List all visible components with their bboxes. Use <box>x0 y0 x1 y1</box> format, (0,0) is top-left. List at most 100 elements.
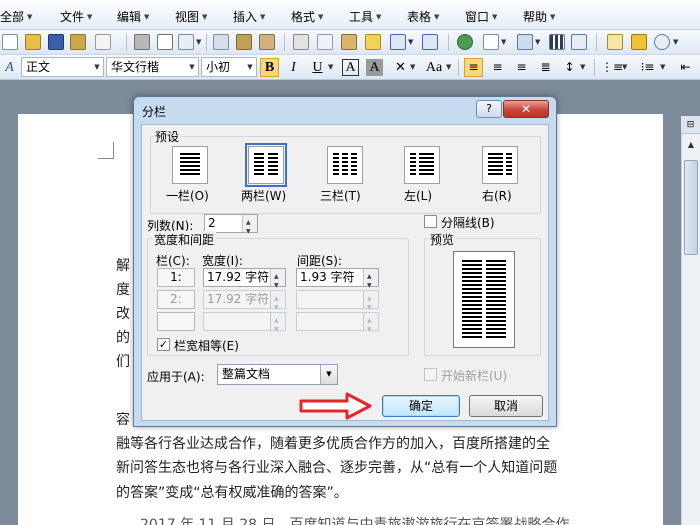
menu-edit-label: 编辑 <box>117 10 142 24</box>
width-stepper-2[interactable]: 17.92 字符 <box>203 290 286 316</box>
open-icon[interactable] <box>25 34 41 50</box>
align-left-icon[interactable]: ≡ <box>464 58 483 77</box>
separator-checkbox[interactable] <box>424 215 437 228</box>
research-icon[interactable] <box>213 34 229 50</box>
font-select[interactable]: 华文行楷 ▼ <box>106 57 199 77</box>
stepper-arrows[interactable] <box>270 268 285 294</box>
email-icon[interactable] <box>95 34 111 50</box>
apply-to-select[interactable]: 整篇文档 ▼ <box>217 364 338 385</box>
menu-tools[interactable]: 工具 ▼ <box>349 8 381 25</box>
paste-icon[interactable] <box>341 34 357 50</box>
permission-icon[interactable] <box>70 34 86 50</box>
hyperlink-icon[interactable] <box>457 34 473 50</box>
reading-icon[interactable] <box>259 34 275 50</box>
chevron-down-icon[interactable]: ▼ <box>410 59 418 75</box>
bullets-icon[interactable]: ⁝≡ <box>638 58 657 77</box>
table-icon[interactable] <box>517 34 533 50</box>
scrollbar-thumb[interactable] <box>684 160 698 255</box>
font-size-select[interactable]: 小初 ▼ <box>201 57 257 77</box>
menu-format[interactable]: 格式 ▼ <box>291 8 323 25</box>
chevron-down-icon[interactable]: ▼ <box>196 34 204 50</box>
underline-button[interactable]: U <box>308 58 327 77</box>
column-number-3[interactable] <box>157 312 195 331</box>
char-shading-button[interactable]: A <box>366 59 383 76</box>
change-case-button[interactable]: Aa <box>422 58 446 77</box>
undo-icon[interactable] <box>390 34 406 50</box>
preset-one-column[interactable] <box>172 146 208 184</box>
stepper-arrows[interactable] <box>363 312 378 338</box>
format-painter-icon[interactable] <box>365 34 381 50</box>
menu-file[interactable]: 文件 ▼ <box>60 8 92 25</box>
close-button[interactable]: ✕ <box>503 100 549 118</box>
cancel-button[interactable]: 取消 <box>469 395 543 417</box>
preset-left[interactable] <box>404 146 440 184</box>
new-doc-icon[interactable] <box>2 34 18 50</box>
preset-right[interactable] <box>482 146 518 184</box>
redo-icon[interactable] <box>422 34 438 50</box>
stepper-arrows[interactable] <box>363 268 378 294</box>
reading-layout-icon[interactable] <box>631 34 647 50</box>
stepper-arrows[interactable] <box>363 290 378 316</box>
print-icon[interactable] <box>134 34 150 50</box>
chevron-down-icon[interactable]: ▼ <box>622 59 630 75</box>
spelling-icon[interactable] <box>178 34 194 50</box>
show-hide-icon[interactable] <box>607 34 623 50</box>
save-icon[interactable] <box>48 34 64 50</box>
column-number-2[interactable]: 2: <box>157 290 195 309</box>
copy-icon[interactable] <box>317 34 333 50</box>
italic-button[interactable]: I <box>284 58 303 77</box>
spacing-stepper-3[interactable] <box>296 312 379 338</box>
zoom-icon[interactable] <box>654 34 670 50</box>
styles-pane-icon[interactable]: A <box>0 58 19 77</box>
char-scale-icon[interactable]: ✕ <box>391 58 410 77</box>
preset-two-columns[interactable] <box>245 143 287 187</box>
stepper-arrows[interactable] <box>242 214 257 240</box>
ruler-toggle-icon[interactable]: ⊟ <box>681 116 700 134</box>
char-border-button[interactable]: A <box>342 59 359 76</box>
chevron-down-icon[interactable]: ▼ <box>673 34 681 50</box>
num-columns-value: 2 <box>208 216 216 230</box>
start-new-column-checkbox[interactable] <box>424 368 437 381</box>
bold-button[interactable]: B <box>260 58 279 77</box>
chevron-down-icon[interactable]: ▼ <box>660 59 668 75</box>
menu-window[interactable]: 窗口 ▼ <box>465 8 497 25</box>
numbering-icon[interactable]: ⋮≡ <box>600 58 623 77</box>
align-right-icon[interactable]: ≡ <box>512 58 531 77</box>
chevron-down-icon[interactable]: ▼ <box>535 34 543 50</box>
tables-borders-icon[interactable] <box>483 34 499 50</box>
preset-three-columns[interactable] <box>327 146 363 184</box>
width-stepper-1[interactable]: 17.92 字符 <box>203 268 286 294</box>
style-select[interactable]: 正文 ▼ <box>21 57 104 77</box>
document-map-icon[interactable] <box>236 34 252 50</box>
menu-edit[interactable]: 编辑 ▼ <box>117 8 149 25</box>
menu-table[interactable]: 表格 ▼ <box>407 8 439 25</box>
spacing-stepper-2[interactable] <box>296 290 379 316</box>
column-number-1[interactable]: 1: <box>157 268 195 287</box>
menu-insert[interactable]: 插入 ▼ <box>233 8 265 25</box>
menu-all[interactable]: 全部 ▼ <box>0 8 32 25</box>
stepper-arrows[interactable] <box>270 290 285 316</box>
menu-help[interactable]: 帮助 ▼ <box>523 8 555 25</box>
spacing-stepper-1[interactable]: 1.93 字符 <box>296 268 379 294</box>
cut-icon[interactable] <box>293 34 309 50</box>
stepper-arrows[interactable] <box>270 312 285 338</box>
justify-icon[interactable]: ≣ <box>536 58 555 77</box>
print-preview-icon[interactable] <box>157 34 173 50</box>
chevron-down-icon[interactable]: ▼ <box>501 34 509 50</box>
drawing-icon[interactable] <box>571 34 587 50</box>
chevron-down-icon[interactable]: ▼ <box>408 34 416 50</box>
line-spacing-icon[interactable]: ↕ <box>560 58 579 77</box>
chevron-down-icon[interactable]: ▼ <box>446 59 454 75</box>
chevron-down-icon[interactable]: ▼ <box>328 59 336 75</box>
help-button[interactable]: ? <box>476 100 502 118</box>
chevron-down-icon[interactable]: ▼ <box>580 59 588 75</box>
menu-view[interactable]: 视图 ▼ <box>175 8 207 25</box>
ok-button[interactable]: 确定 <box>382 395 460 417</box>
width-stepper-3[interactable] <box>203 312 286 338</box>
scroll-up-icon[interactable]: ▲ <box>684 138 698 152</box>
decrease-indent-icon[interactable]: ⇤ <box>676 58 695 77</box>
equal-width-checkbox[interactable]: ✓ <box>157 338 170 351</box>
columns-icon[interactable] <box>549 34 565 50</box>
align-center-icon[interactable]: ≡ <box>488 58 507 77</box>
vertical-scrollbar[interactable]: ▲ <box>681 116 700 525</box>
